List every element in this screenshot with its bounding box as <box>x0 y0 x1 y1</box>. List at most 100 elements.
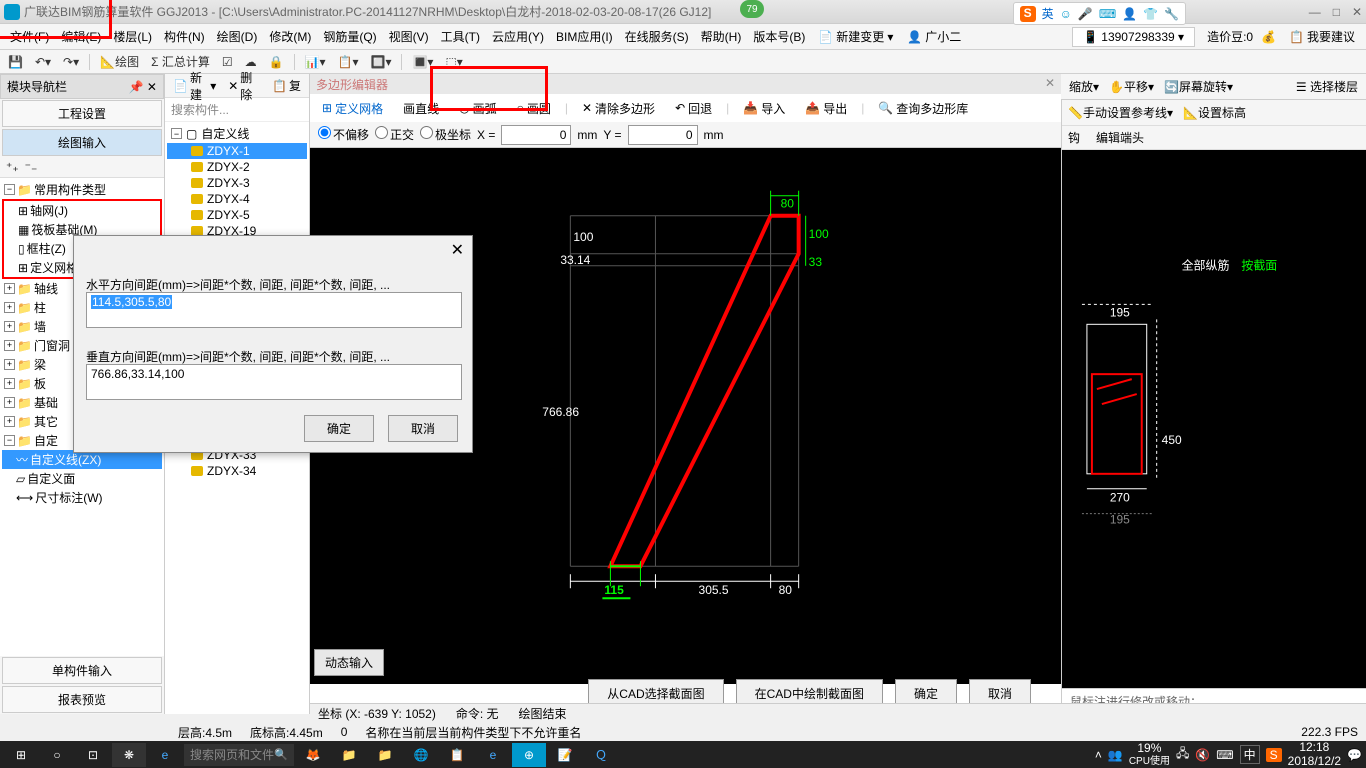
menu-view[interactable]: 视图(V) <box>383 25 435 48</box>
y-input[interactable] <box>628 125 698 145</box>
ime-mic-icon[interactable]: 🎤 <box>1078 7 1093 21</box>
tool-3d-icon[interactable]: 🔳▾ <box>408 53 437 71</box>
radio-ortho[interactable]: 正交 <box>375 126 414 143</box>
ref-line-button[interactable]: 📏手动设置参考线▾ <box>1068 104 1173 121</box>
menu-tool[interactable]: 工具(T) <box>435 25 486 48</box>
sogou-icon[interactable]: S <box>1020 6 1036 22</box>
menu-help[interactable]: 帮助(H) <box>695 25 748 48</box>
edge-icon[interactable]: e <box>476 743 510 767</box>
list-item[interactable]: ZDYX-2 <box>167 159 307 175</box>
dialog-ok-button[interactable]: 确定 <box>304 415 374 442</box>
menu-edit[interactable]: 编辑(E) <box>55 25 107 48</box>
ime-lang[interactable]: 英 <box>1042 5 1054 22</box>
explorer-icon[interactable]: 📁 <box>332 743 366 767</box>
search-component-input[interactable]: 搜索构件... <box>165 98 309 122</box>
tray-net-icon[interactable]: 🖧 <box>1176 744 1189 765</box>
app-active-icon[interactable]: ⊕ <box>512 743 546 767</box>
tool-view-icon[interactable]: 📊▾ <box>301 53 330 71</box>
tool-redo-icon[interactable]: ↷▾ <box>59 53 83 71</box>
tray-up-icon[interactable]: ˄ <box>1095 748 1102 762</box>
phone-display[interactable]: 📱 13907298339 ▾ <box>1072 27 1195 47</box>
menu-draw[interactable]: 绘图(D) <box>211 25 264 48</box>
tray-people-icon[interactable]: 👥 <box>1108 748 1123 762</box>
close-button[interactable]: ✕ <box>1352 5 1362 19</box>
v-spacing-input[interactable]: 766.86,33.14,100 <box>86 364 462 400</box>
ime-tool-icon[interactable]: 🔧 <box>1164 7 1179 21</box>
tool-undo-icon[interactable]: ↶▾ <box>31 53 55 71</box>
h-spacing-input[interactable]: 114.5,305.5,80 <box>86 292 462 328</box>
menu-version[interactable]: 版本号(B) <box>747 25 811 48</box>
dialog-cancel-button[interactable]: 取消 <box>388 415 458 442</box>
selfloor-tool[interactable]: ☰ 选择楼层 <box>1296 78 1358 95</box>
ime-skin-icon[interactable]: 👕 <box>1143 7 1158 21</box>
copy-component-button[interactable]: 📋复 <box>268 75 305 96</box>
tool-select-icon[interactable]: ⬚▾ <box>441 53 466 71</box>
draw-circle-button[interactable]: ○画圆 <box>511 97 557 120</box>
tray-notification-icon[interactable]: 💬 <box>1347 748 1362 762</box>
tool-rebar-icon[interactable]: 🔲▾ <box>367 53 396 71</box>
expand-all-icon[interactable]: ⁺₊ <box>6 160 19 174</box>
tree-custom-face[interactable]: ▱ 自定义面 <box>2 469 162 488</box>
tool-lock-icon[interactable]: 🔒 <box>265 53 288 71</box>
tray-keyboard-icon[interactable]: ⌨ <box>1216 748 1233 762</box>
radio-polar[interactable]: 极坐标 <box>420 126 471 143</box>
list-item[interactable]: ZDYX-1 <box>167 143 307 159</box>
start-button[interactable]: ⊞ <box>4 743 38 767</box>
hook-button[interactable]: 钩 <box>1068 129 1086 146</box>
tree-axis-grid[interactable]: ⊞ 轴网(J) <box>4 201 160 220</box>
import-button[interactable]: 📥导入 <box>737 97 791 120</box>
list-root[interactable]: −▢ 自定义线 <box>167 124 307 143</box>
ime-keyboard-icon[interactable]: ⌨ <box>1099 7 1116 21</box>
app3-icon[interactable]: 📁 <box>368 743 402 767</box>
nav-pin-icon[interactable]: 📌 ✕ <box>129 80 157 94</box>
new-change-button[interactable]: 📄新建变更▾ <box>811 25 900 48</box>
draw-line-button[interactable]: 画直线 <box>397 97 445 120</box>
app5-icon[interactable]: 📋 <box>440 743 474 767</box>
list-item[interactable]: ZDYX-3 <box>167 175 307 191</box>
app1-icon[interactable]: ❋ <box>112 743 146 767</box>
polygon-editor-close[interactable]: ✕ <box>1045 76 1055 92</box>
report-preview-button[interactable]: 报表预览 <box>2 686 162 713</box>
menu-bim[interactable]: BIM应用(I) <box>550 25 619 48</box>
minimize-button[interactable]: — <box>1309 5 1321 19</box>
menu-file[interactable]: 文件(F) <box>4 25 55 48</box>
menu-cloud[interactable]: 云应用(Y) <box>486 25 550 48</box>
list-item[interactable]: ZDYX-34 <box>167 463 307 479</box>
tree-dimension[interactable]: ⟷ 尺寸标注(W) <box>2 488 162 507</box>
ime-user-icon[interactable]: 👤 <box>1122 7 1137 21</box>
suggest-button[interactable]: 📋我要建议 <box>1282 25 1362 48</box>
pan-tool[interactable]: ✋平移▾ <box>1109 78 1154 95</box>
system-tray[interactable]: ˄ 👥 19% CPU使用 🖧 🔇 ⌨ 中 S 12:18 2018/12/2 … <box>1095 741 1362 767</box>
radio-no-offset[interactable]: 不偏移 <box>318 126 369 143</box>
tray-lang[interactable]: 中 <box>1240 745 1260 764</box>
collapse-all-icon[interactable]: ⁻₋ <box>25 160 38 174</box>
user-button[interactable]: 👤广小二 <box>900 25 968 48</box>
rotate-tool[interactable]: 🔄屏幕旋转▾ <box>1164 78 1233 95</box>
app4-icon[interactable]: 🌐 <box>404 743 438 767</box>
list-item[interactable]: ZDYX-5 <box>167 207 307 223</box>
tray-vol-icon[interactable]: 🔇 <box>1195 748 1210 762</box>
menu-floor[interactable]: 楼层(L) <box>107 25 158 48</box>
cortana-icon[interactable]: ○ <box>40 743 74 767</box>
single-component-button[interactable]: 单构件输入 <box>2 657 162 684</box>
query-polygon-button[interactable]: 🔍查询多边形库 <box>872 97 974 120</box>
dynamic-input-button[interactable]: 动态输入 <box>314 649 384 676</box>
app7-icon[interactable]: 📝 <box>548 743 582 767</box>
dialog-close-button[interactable]: ✕ <box>451 240 464 260</box>
zoom-tool[interactable]: 缩放▾ <box>1069 78 1099 95</box>
clear-polygon-button[interactable]: ✕ 清除多边形 <box>576 97 661 120</box>
menu-component[interactable]: 构件(N) <box>158 25 211 48</box>
define-grid-button[interactable]: ⊞ 定义网格 <box>316 97 389 120</box>
draw-arc-button[interactable]: ◡画弧 <box>453 97 503 120</box>
edit-end-button[interactable]: 编辑端头 <box>1096 129 1144 146</box>
menu-rebar[interactable]: 钢筋量(Q) <box>317 25 382 48</box>
draw-input-button[interactable]: 绘图输入 <box>2 129 162 156</box>
tree-collapse-icon[interactable]: − <box>4 184 15 195</box>
x-input[interactable] <box>501 125 571 145</box>
tool-save-icon[interactable]: 💾 <box>4 53 27 71</box>
list-item[interactable]: ZDYX-4 <box>167 191 307 207</box>
ie-icon[interactable]: e <box>148 743 182 767</box>
undo-button[interactable]: ↶ 回退 <box>669 97 718 120</box>
section-canvas[interactable]: 全部纵筋 按截面 195 450 270 195 <box>1062 150 1366 688</box>
taskbar-search[interactable]: 搜索网页和文件 🔍 <box>184 744 294 766</box>
